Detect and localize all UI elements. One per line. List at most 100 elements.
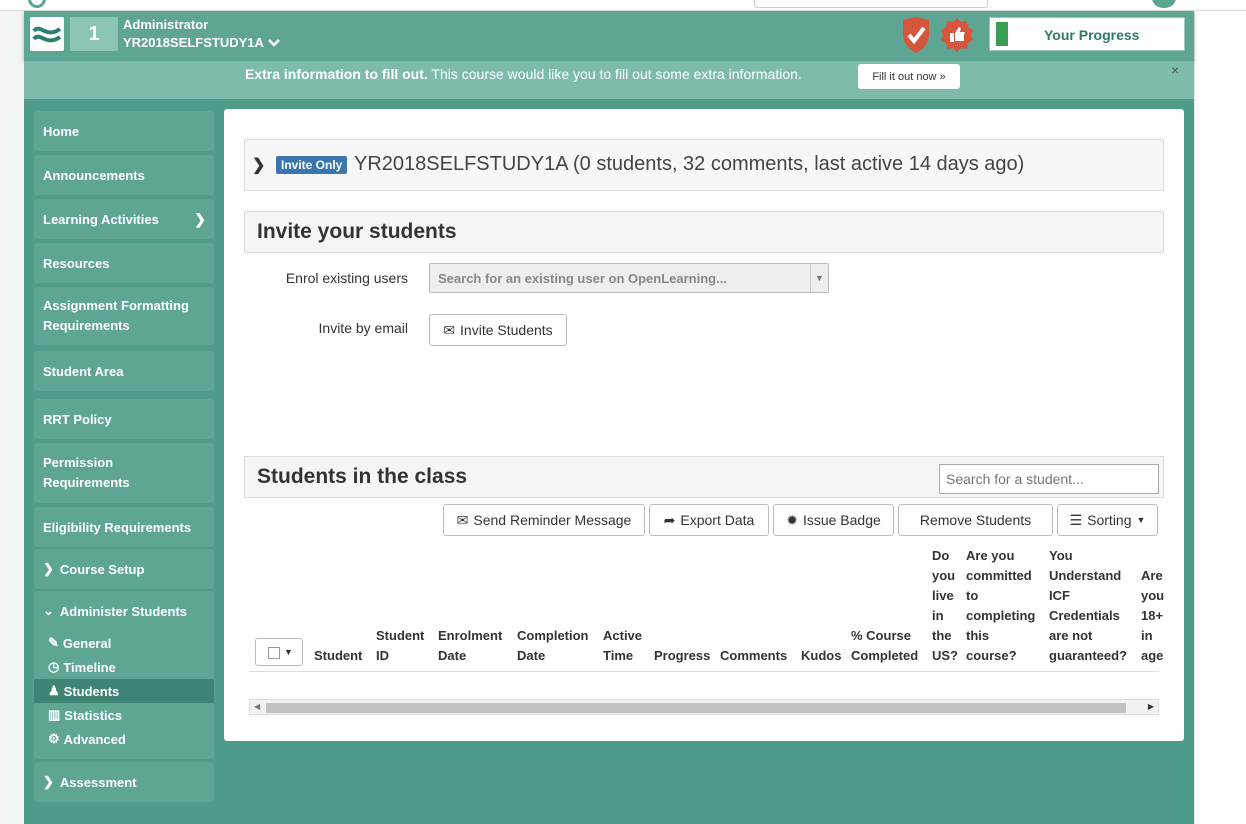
table-column-header[interactable]: Completion Date [517,626,601,666]
right-gutter [1194,11,1246,824]
column-header-line: Student [376,628,425,643]
button-label: Export Data [680,512,755,528]
sidebar-item-learning-activities[interactable]: Learning Activities ❯ [34,199,214,239]
sidebar-sub-advanced[interactable]: ⚙ Advanced [34,727,214,751]
export-data-button[interactable]: ➦ Export Data [649,504,769,536]
send-reminder-button[interactable]: ✉ Send Reminder Message [443,504,645,536]
sidebar-item-assignment-formatting[interactable]: Assignment Formatting Requirements [34,287,214,345]
kudos-badge-icon[interactable] [938,16,976,54]
column-header-line: this [966,628,990,643]
column-header-line: completing [966,608,1036,623]
table-column-header[interactable]: % Course Completed [851,626,931,666]
sidebar-sub-label: Timeline [63,659,116,675]
fill-it-out-button[interactable]: Fill it out now » [858,64,960,89]
enrol-user-placeholder: Search for an existing user on OpenLearn… [438,271,727,286]
student-search-input[interactable] [939,464,1159,494]
issue-badge-button[interactable]: ✹ Issue Badge [773,504,894,536]
table-column-header[interactable]: Enrolment Date [438,626,514,666]
invite-section-title: Invite your students [244,211,1164,253]
user-icon: ♟ [48,683,60,698]
column-header-line: Progress [654,648,711,663]
table-column-header[interactable]: Kudos [801,646,847,666]
sidebar-sub-timeline[interactable]: ◷ Timeline [34,655,214,679]
sidebar-sub-general[interactable]: ✎ General [34,631,214,655]
caret-down-icon: ▼ [1136,515,1146,525]
sidebar-item-course-setup[interactable]: ❯ Course Setup [34,549,214,589]
column-header-line: Enrolment [438,628,503,643]
site-logo-icon [28,0,46,8]
button-label: Invite Students [460,322,553,338]
sorting-button[interactable]: ☰ Sorting ▼ [1057,504,1158,536]
caret-down-icon: ▼ [284,647,293,657]
table-column-header[interactable]: Are you 18+ in age [1141,566,1171,666]
list-icon: ☰ [1069,511,1083,528]
table-column-header[interactable]: Active Time [603,626,651,666]
column-header-line: Completion [517,628,589,643]
remove-students-button[interactable]: Remove Students [898,504,1053,536]
chevron-right-icon: ❯ [43,561,54,576]
table-column-header[interactable]: Are you committed to completing this course? [966,546,1046,666]
students-title-text: Students in the class [257,465,468,488]
enrol-user-select[interactable]: Search for an existing user on OpenLearn… [429,263,829,293]
administer-students-head[interactable]: ⌄ Administer Students [34,591,214,631]
sidebar-item-resources[interactable]: Resources [34,243,214,283]
sidebar-item-assessment[interactable]: ❯ Assessment [34,762,214,802]
column-header-line: live [932,588,954,603]
course-summary-bar[interactable]: ❯ Invite Only YR2018SELFSTUDY1A (0 stude… [244,139,1164,191]
button-label: Issue Badge [802,512,881,528]
column-header-line: to [966,588,979,603]
invite-email-label: Invite by email [318,320,408,336]
table-column-header[interactable]: Comments [720,646,798,666]
column-header-line: you [1141,588,1165,603]
sidebar-item-eligibility-requirements[interactable]: Eligibility Requirements [34,507,214,547]
column-header-line: course? [966,648,1017,663]
close-icon[interactable]: × [1171,62,1179,78]
column-header-line: Credentials [1049,608,1120,623]
progress-bar-fill [996,22,1008,46]
sidebar-item-announcements[interactable]: Announcements [34,155,214,195]
shield-badge-icon[interactable] [900,16,932,54]
column-header-line: ICF [1049,588,1070,603]
sidebar-item-student-area[interactable]: Student Area [34,351,214,391]
sidebar-item-label: Resources [43,255,110,271]
column-header-line: Are [1141,568,1163,583]
horizontal-scrollbar[interactable]: ◀ ▶ [249,699,1159,715]
sidebar-sub-students[interactable]: ♟ Students [34,679,214,703]
enrol-existing-label: Enrol existing users [285,270,408,286]
scrollbar-thumb[interactable] [266,703,1126,713]
sidebar-sub-statistics[interactable]: ▥ Statistics [34,703,214,727]
table-column-header[interactable]: You Understand ICF Credentials are not guaran… [1049,546,1137,666]
table-column-header[interactable]: Do you live in the US? [932,546,962,666]
your-progress-widget[interactable]: Your Progress [989,17,1185,51]
column-header-line: ID [376,648,389,663]
sidebar-item-label: Administer Students [59,603,188,619]
course-selector[interactable]: YR2018SELFSTUDY1A [123,35,281,50]
table-column-header[interactable]: Student ID [376,626,436,666]
user-avatar[interactable] [1152,0,1176,8]
invite-students-button[interactable]: ✉ Invite Students [429,314,567,346]
select-all-checkbox-dropdown[interactable]: ▼ [255,638,303,666]
table-column-header[interactable]: Progress [654,646,718,666]
sidebar-sub-label: Advanced [63,731,126,747]
button-label: Remove Students [919,512,1032,528]
notice-body-text: This course would like you to fill out s… [427,66,802,82]
sidebar-item-rrt-policy[interactable]: RRT Policy [34,399,214,439]
chevron-right-icon: ❯ [252,157,266,174]
sidebar-item-permission-requirements[interactable]: Permission Requirements [34,443,214,503]
scroll-left-icon[interactable]: ◀ [254,702,260,711]
bar-chart-icon: ▥ [48,707,61,722]
scroll-right-icon[interactable]: ▶ [1148,702,1154,711]
column-header-line: committed [966,568,1032,583]
sidebar-item-home[interactable]: Home [34,111,214,151]
checkbox[interactable] [268,647,280,659]
column-header-line: Date [517,648,546,663]
column-header-line: you [932,568,956,583]
progress-label: Your Progress [1044,27,1140,43]
assessment-head: ❯ Assessment [34,762,214,802]
site-search-input[interactable] [754,0,988,8]
course-summary-text: YR2018SELFSTUDY1A (0 students, 32 commen… [354,153,1025,175]
clock-icon: ◷ [48,659,60,674]
table-column-header[interactable]: Student [314,646,374,666]
course-logo-icon[interactable] [30,17,64,51]
sidebar-sub-label: Statistics [64,707,123,723]
